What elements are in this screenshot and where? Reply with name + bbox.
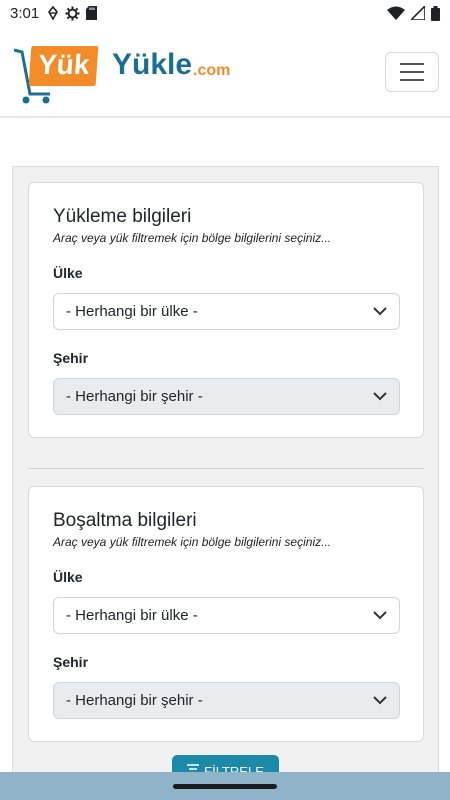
logo-yuk: Yük xyxy=(28,46,99,86)
loading-city-value: - Herhangi bir şehir - xyxy=(66,388,203,405)
chevron-down-icon xyxy=(373,392,387,401)
unloading-country-label: Ülke xyxy=(53,569,83,585)
loading-title: Yükleme bilgileri xyxy=(53,206,192,227)
unloading-title: Boşaltma bilgileri xyxy=(53,510,197,531)
unloading-country-value: - Herhangi bir ülke - xyxy=(66,607,198,624)
site-header: Yük Yükle .com xyxy=(0,26,450,118)
hamburger-menu-button[interactable] xyxy=(385,52,439,92)
filter-panel: Yükleme bilgileri Araç veya yük filtreme… xyxy=(12,166,439,787)
settings-gear-icon xyxy=(65,5,80,21)
loading-city-label: Şehir xyxy=(53,350,89,366)
loading-country-select[interactable]: - Herhangi bir ülke - xyxy=(53,293,400,330)
system-navigation-bar xyxy=(0,772,450,800)
sd-card-icon xyxy=(86,6,98,20)
battery-icon xyxy=(431,5,440,21)
signal-icon xyxy=(411,6,425,20)
loading-city-select[interactable]: - Herhangi bir şehir - xyxy=(53,378,400,415)
chevron-down-icon xyxy=(373,611,387,620)
unloading-city-value: - Herhangi bir şehir - xyxy=(66,692,203,709)
loading-card: Yükleme bilgileri Araç veya yük filtreme… xyxy=(28,182,424,438)
logo-yukle: Yükle xyxy=(112,48,193,81)
home-gesture-handle[interactable] xyxy=(173,783,277,789)
status-time: 3:01 xyxy=(10,4,40,22)
wifi-icon xyxy=(387,6,405,20)
section-divider xyxy=(28,468,424,469)
loading-country-label: Ülke xyxy=(53,265,83,281)
chevron-down-icon xyxy=(373,696,387,705)
logo-dotcom: .com xyxy=(193,62,231,79)
data-saver-icon xyxy=(48,6,59,20)
site-logo[interactable]: Yük Yükle .com xyxy=(12,40,252,104)
unloading-city-label: Şehir xyxy=(53,654,89,670)
loading-country-value: - Herhangi bir ülke - xyxy=(66,303,198,320)
unloading-subtitle: Araç veya yük filtremek için bölge bilgi… xyxy=(53,535,332,549)
hamburger-line xyxy=(400,63,424,65)
status-bar: 3:01 xyxy=(0,0,450,26)
hamburger-line xyxy=(400,79,424,81)
unloading-card: Boşaltma bilgileri Araç veya yük filtrem… xyxy=(28,486,424,742)
unloading-country-select[interactable]: - Herhangi bir ülke - xyxy=(53,597,400,634)
loading-subtitle: Araç veya yük filtremek için bölge bilgi… xyxy=(53,231,332,245)
hamburger-line xyxy=(400,71,424,73)
unloading-city-select[interactable]: - Herhangi bir şehir - xyxy=(53,682,400,719)
chevron-down-icon xyxy=(373,307,387,316)
